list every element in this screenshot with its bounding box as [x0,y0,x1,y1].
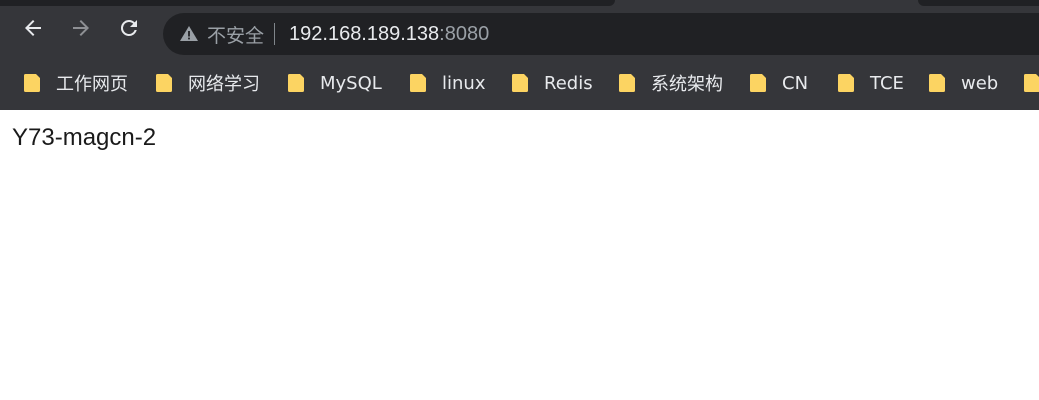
bookmark-folder-mysql[interactable]: MySQL [288,62,382,104]
arrow-right-icon [69,16,93,45]
back-button[interactable] [17,14,49,46]
bookmark-label: Redis [544,72,593,94]
address-bar[interactable]: 不安全 192.168.189.138:8080 [163,13,1039,55]
active-tab-edge [0,0,615,6]
bookmark-label: MySQL [320,72,382,94]
page-body-text: Y73-magcn-2 [12,124,157,151]
folder-icon [512,74,528,92]
page-content: Y73-magcn-2 [0,110,1039,400]
folder-icon [410,74,426,92]
omnibox-divider [274,23,276,45]
bookmark-label: web [961,72,999,94]
reload-button[interactable] [113,14,145,46]
url-host: 192.168.189.138 [289,22,440,45]
bookmark-folder-architecture[interactable]: 系统架构 [619,62,723,104]
reload-icon [117,16,141,45]
bookmark-label: CN [782,72,809,94]
browser-toolbar: 不安全 192.168.189.138:8080 [0,10,1039,58]
arrow-left-icon [21,16,45,45]
bookmark-folder-work[interactable]: 工作网页 [24,62,128,104]
browser-chrome: 不安全 192.168.189.138:8080 工作网页 网络学习 MySQL… [0,0,1039,110]
bookmark-label: 工作网页 [56,74,128,95]
bookmark-label: linux [442,72,486,94]
url-text[interactable]: 192.168.189.138:8080 [289,23,489,46]
folder-icon [156,74,172,92]
bookmark-label: TCE [870,72,904,94]
folder-icon [288,74,304,92]
bookmark-label: 系统架构 [651,74,723,95]
folder-icon [929,74,945,92]
url-port: :8080 [439,22,490,45]
bookmark-folder-web[interactable]: web [929,62,998,104]
warning-icon[interactable] [179,24,199,44]
bookmark-folder-overflow[interactable] [1024,62,1039,104]
bookmark-folder-linux[interactable]: linux [410,62,485,104]
folder-icon [750,74,766,92]
security-status-label[interactable]: 不安全 [207,21,264,48]
bookmark-folder-network[interactable]: 网络学习 [156,62,260,104]
bookmark-folder-cn[interactable]: CN [750,62,808,104]
forward-button[interactable] [65,14,97,46]
inactive-tab-edge [918,0,1039,6]
folder-icon [838,74,854,92]
bookmark-folder-tce[interactable]: TCE [838,62,904,104]
folder-icon [24,74,40,92]
bookmark-folder-redis[interactable]: Redis [512,62,593,104]
bookmarks-bar: 工作网页 网络学习 MySQL linux Redis 系统架构 CN TCE [0,62,1039,104]
folder-icon [1024,74,1039,92]
folder-icon [619,74,635,92]
bookmark-label: 网络学习 [188,74,260,95]
